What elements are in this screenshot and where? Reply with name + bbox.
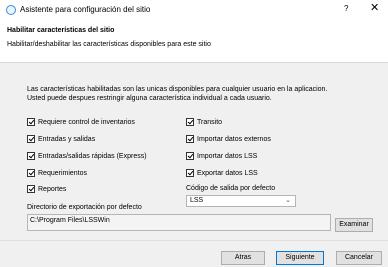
checkbox-transito[interactable]: Transito	[186, 117, 222, 127]
checkbox-checked-icon[interactable]	[27, 185, 35, 193]
checkbox-checked-icon[interactable]	[186, 152, 194, 160]
export-dir-value: C:\Program Files\LSSWin	[30, 217, 110, 224]
exit-code-value: LSS	[190, 197, 204, 204]
checkbox-label: Requiere control de inventarios	[38, 118, 135, 126]
checkbox-label: Entradas/salidas rápidas (Express)	[38, 152, 147, 160]
checkbox-checked-icon[interactable]	[27, 152, 35, 160]
help-button[interactable]: ?	[344, 4, 348, 13]
checkbox-requiere-control-inventarios[interactable]: Requiere control de inventarios	[27, 117, 135, 127]
checkbox-exportar-datos-lss[interactable]: Exportar datos LSS	[186, 168, 258, 178]
window-title: Asistente para configuración del sitio	[20, 5, 151, 14]
chevron-down-icon[interactable]: ⌄	[285, 196, 291, 204]
close-icon[interactable]: ✕	[370, 2, 379, 14]
checkbox-checked-icon[interactable]	[186, 135, 194, 143]
next-button[interactable]: Siguiente	[276, 251, 324, 265]
checkbox-requerimientos[interactable]: Requerimientos	[27, 168, 87, 178]
description-line-2: Usted puede despues restringir alguna ca…	[27, 95, 272, 102]
checkbox-checked-icon[interactable]	[27, 135, 35, 143]
description-text: Las características habilitadas son las …	[27, 85, 327, 103]
checkbox-importar-datos-lss[interactable]: Importar datos LSS	[186, 151, 257, 161]
export-dir-label: Directorio de exportación por defecto	[27, 204, 142, 211]
page-title: Habilitar características del sitio	[7, 27, 115, 34]
description-line-1: Las características habilitadas son las …	[27, 86, 328, 93]
title-bar: Asistente para configuración del sitio ?…	[0, 0, 388, 20]
exit-code-label: Código de salida por defecto	[186, 185, 276, 192]
checkbox-entradas-salidas[interactable]: Entradas y salidas	[27, 134, 95, 144]
browse-button[interactable]: Examinar	[335, 218, 373, 232]
checkbox-label: Importar datos LSS	[197, 152, 258, 160]
back-button[interactable]: Atras	[221, 251, 265, 265]
checkbox-label: Requerimientos	[38, 169, 88, 177]
checkbox-checked-icon[interactable]	[186, 169, 194, 177]
checkbox-reportes[interactable]: Reportes	[27, 184, 66, 194]
checkbox-label: Exportar datos LSS	[197, 169, 258, 177]
checkbox-checked-icon[interactable]	[27, 118, 35, 126]
wizard-footer	[0, 240, 388, 267]
checkbox-label: Entradas y salidas	[38, 135, 96, 143]
cancel-button[interactable]: Cancelar	[336, 251, 382, 265]
checkbox-entradas-salidas-rapidas[interactable]: Entradas/salidas rápidas (Express)	[27, 151, 147, 161]
checkbox-label: Reportes	[38, 185, 67, 193]
checkbox-importar-datos-externos[interactable]: Importar datos externos	[186, 134, 271, 144]
wizard-header: Habilitar características del sitio Habi…	[0, 20, 388, 63]
checkbox-label: Importar datos externos	[197, 135, 271, 143]
checkbox-checked-icon[interactable]	[186, 118, 194, 126]
exit-code-select[interactable]: LSS ⌄	[186, 195, 296, 207]
checkbox-label: Transito	[197, 118, 223, 126]
app-icon	[6, 5, 16, 15]
checkbox-checked-icon[interactable]	[27, 169, 35, 177]
export-dir-input[interactable]: C:\Program Files\LSSWin	[27, 214, 331, 231]
page-subtitle: Habilitar/deshabilitar las característic…	[7, 41, 211, 48]
